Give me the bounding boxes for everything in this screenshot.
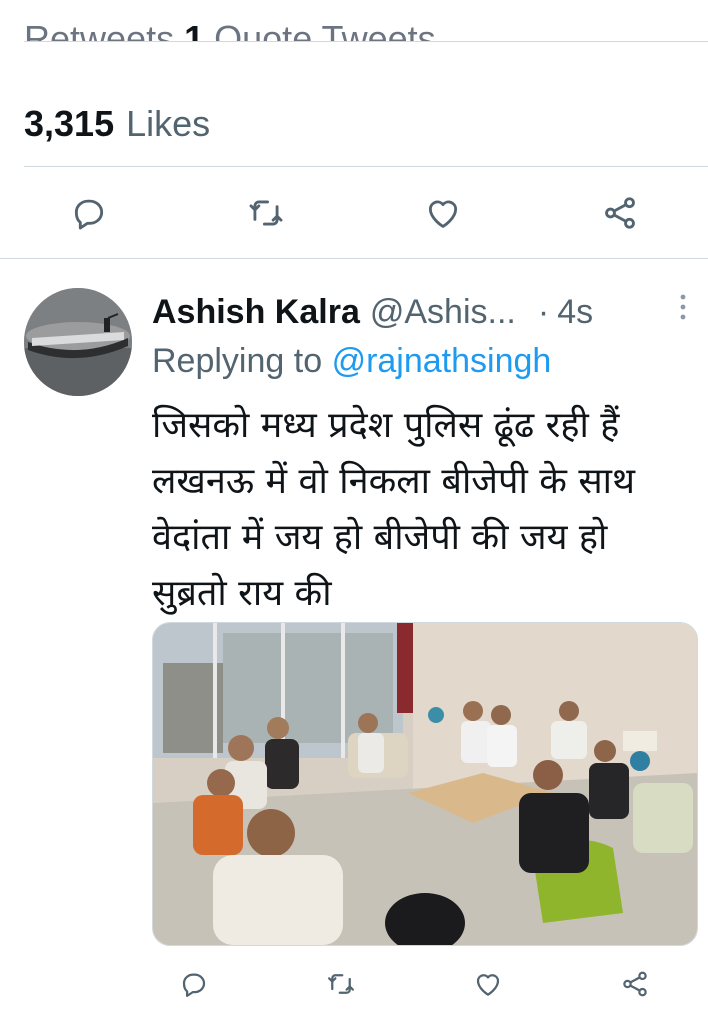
quotes-label[interactable]: Quote Tweets: [214, 18, 435, 42]
author-name[interactable]: Ashish Kalra: [152, 293, 360, 332]
tweet-text-line: जिसको मध्य प्रदेश पुलिस ढूंढ रही हैं: [152, 405, 620, 446]
share-icon: [622, 971, 647, 997]
retweet-button[interactable]: [242, 189, 290, 237]
meeting-room-photo: [153, 623, 697, 945]
reply-icon: [182, 973, 205, 997]
avatar-image: [24, 288, 132, 396]
retweet-icon: [249, 200, 282, 226]
like-button[interactable]: [419, 189, 467, 237]
reply-button[interactable]: [65, 189, 113, 237]
retweet-icon: [327, 974, 354, 994]
reply-tweet-actions: [0, 960, 708, 1008]
previous-tweet-stats: Retweets 1 Quote Tweets: [0, 0, 708, 42]
tweet-text: जिसको मध्य प्रदेश पुलिस ढूंढ रही हैं लखन…: [152, 398, 682, 622]
tweet-text-line: वेदांता में जय हो बीजेपी की जय हो: [152, 517, 608, 558]
share-button[interactable]: [611, 960, 659, 1008]
divider: [0, 258, 708, 259]
retweets-label[interactable]: Retweets: [24, 18, 174, 42]
more-button[interactable]: [678, 292, 688, 331]
share-button[interactable]: [596, 189, 644, 237]
author-handle[interactable]: @Ashis...: [370, 293, 516, 332]
reply-button[interactable]: [170, 960, 218, 1008]
separator-dot: ·: [537, 292, 550, 331]
likes-count: 3,315: [24, 103, 115, 144]
retweet-quote-stats: Retweets 1 Quote Tweets: [24, 18, 436, 42]
more-vertical-icon: [680, 294, 686, 320]
tweet-photo[interactable]: [152, 622, 698, 946]
mention-link[interactable]: @rajnathsingh: [332, 342, 552, 380]
retweet-button[interactable]: [317, 960, 365, 1008]
replying-prefix: Replying to: [152, 342, 323, 380]
tweet-text-line: लखनऊ में वो निकला बीजेपी के साथ: [152, 461, 635, 502]
reply-header: Ashish Kalra @Ashis... · 4s: [152, 290, 688, 334]
avatar[interactable]: [24, 288, 132, 396]
divider: [24, 166, 708, 167]
share-icon: [604, 197, 635, 229]
like-button[interactable]: [464, 960, 512, 1008]
heart-icon: [476, 974, 499, 996]
reply-icon: [74, 199, 103, 230]
replying-to: Replying to @rajnathsingh: [152, 342, 551, 381]
main-tweet-actions: [0, 189, 708, 237]
quotes-count: 1: [184, 18, 205, 42]
divider: [24, 41, 708, 42]
tweet-time[interactable]: 4s: [557, 293, 593, 332]
likes-stat[interactable]: 3,315 Likes: [24, 96, 210, 152]
tweet-text-line: सुब्रतो राय की: [152, 573, 332, 614]
heart-icon: [428, 200, 457, 228]
likes-label: Likes: [126, 103, 211, 144]
